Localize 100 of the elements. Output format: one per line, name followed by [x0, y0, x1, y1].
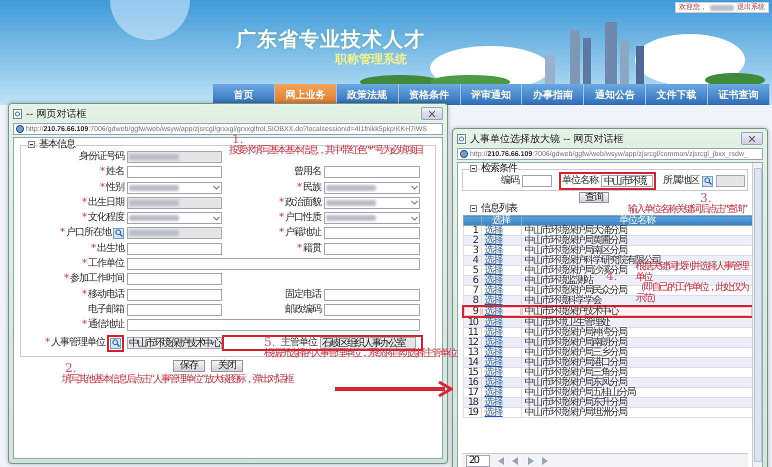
select-link[interactable]: 选择: [484, 367, 502, 378]
globe-icon: [16, 125, 24, 133]
lookup-button[interactable]: [702, 176, 714, 186]
field-label: 曾用名: [294, 166, 321, 178]
chevron-down-icon: [411, 216, 418, 221]
last-page-icon[interactable]: [541, 456, 550, 464]
chevron-down-icon: [411, 200, 418, 206]
row-number: 9: [463, 306, 481, 317]
search-icon: [112, 339, 120, 348]
section-title: 基本信息: [38, 139, 76, 150]
row-number: 5: [463, 266, 481, 276]
select-link[interactable]: 选择: [484, 285, 502, 296]
blurred-value: [326, 200, 376, 206]
lookup-button[interactable]: [110, 338, 121, 349]
search-icon: [114, 229, 122, 238]
select-field[interactable]: [324, 182, 420, 194]
input-field[interactable]: [324, 304, 420, 316]
input-field[interactable]: [324, 288, 420, 301]
input-field[interactable]: [127, 288, 222, 301]
field-label: * 籍贯: [297, 242, 321, 255]
unit-name-cell: 中山市环境保护局港口分局: [521, 358, 753, 368]
select-link[interactable]: 选择: [484, 317, 502, 328]
step-number: 5.: [264, 336, 276, 349]
row-number: 17: [463, 388, 481, 398]
select-link[interactable]: 选择: [484, 387, 502, 398]
select-link[interactable]: 选择: [484, 265, 502, 276]
input-field[interactable]: [324, 166, 420, 178]
input-field[interactable]: 中山市环境: [601, 175, 654, 187]
select-field[interactable]: [324, 212, 420, 224]
unit-name-cell: 中山市环境保护局东升分局: [521, 398, 753, 408]
select-link[interactable]: 选择: [484, 397, 502, 408]
row-number: 3: [463, 246, 481, 256]
nav-tab[interactable]: 办事指南: [522, 84, 584, 105]
blurred-value: [129, 215, 179, 222]
select-field[interactable]: [324, 196, 420, 209]
input-field[interactable]: [127, 258, 420, 270]
input-field[interactable]: 中山市环境保护技术中心: [127, 337, 222, 350]
field-label: 身份证号码: [79, 151, 124, 163]
field-label: * 户口所在地: [60, 227, 111, 240]
page-size-field[interactable]: 20: [466, 454, 490, 466]
select-link[interactable]: 选择: [484, 295, 502, 306]
window-title: -- 网页对话框: [26, 108, 86, 120]
input-field[interactable]: [127, 151, 222, 163]
input-field[interactable]: [127, 166, 222, 178]
query-button[interactable]: 查询: [579, 192, 609, 203]
previous-page-icon[interactable]: [511, 456, 520, 464]
select-link[interactable]: 选择: [484, 275, 502, 286]
select-link[interactable]: 选择: [484, 245, 502, 256]
input-field[interactable]: [127, 227, 222, 240]
input-field[interactable]: [324, 227, 420, 240]
select-link[interactable]: 选择: [484, 255, 502, 266]
scrollbar[interactable]: [752, 163, 762, 467]
nav-tab[interactable]: 文件下载: [646, 84, 708, 105]
nav-tab[interactable]: 通知公告: [584, 84, 646, 105]
select-field[interactable]: [127, 182, 222, 194]
field-label: * 出生地: [91, 242, 124, 255]
site-subtitle: 职称管理系统: [335, 52, 408, 67]
nav-tab[interactable]: 证书查询: [708, 84, 770, 105]
select-field[interactable]: [127, 212, 222, 224]
dialog-button[interactable]: 关闭: [211, 360, 243, 372]
lookup-button[interactable]: [113, 228, 124, 239]
row-number: 16: [463, 378, 481, 388]
input-field[interactable]: [716, 175, 745, 187]
select-link[interactable]: 选择: [484, 306, 502, 317]
nav-tab[interactable]: 评审通知: [460, 84, 522, 105]
nav-tab[interactable]: 资格条件: [398, 84, 461, 105]
field-label: 邮政编码: [285, 304, 321, 316]
field-label: 固定电话: [285, 288, 321, 301]
blurred-value: [129, 230, 179, 236]
close-button[interactable]: [421, 107, 443, 120]
input-field[interactable]: [127, 273, 222, 286]
input-field[interactable]: [127, 242, 222, 255]
input-field[interactable]: [127, 319, 420, 332]
field-label: 所属地区: [663, 175, 700, 187]
select-link[interactable]: 选择: [484, 377, 502, 388]
collapse-icon[interactable]: [470, 205, 477, 212]
next-page-icon[interactable]: [526, 456, 535, 464]
unit-name-cell: 中山市环境保护局大涌分局: [521, 226, 753, 236]
select-link[interactable]: 选择: [484, 347, 502, 358]
input-field[interactable]: [522, 175, 552, 187]
close-icon: [429, 110, 435, 116]
field-label: * 移动电话: [82, 288, 124, 301]
row-number: 13: [463, 348, 481, 358]
input-field[interactable]: [127, 304, 222, 316]
close-button[interactable]: [741, 132, 763, 145]
first-page-icon[interactable]: [496, 456, 505, 464]
input-field[interactable]: [324, 242, 420, 255]
select-link[interactable]: 选择: [484, 225, 502, 236]
annotation-text: （即自己的工作单位，此处仅为示范）: [635, 283, 749, 304]
field-label: * 户口性质: [279, 212, 321, 224]
nav-tab[interactable]: 首页: [213, 84, 275, 105]
select-link[interactable]: 选择: [484, 337, 502, 348]
input-field[interactable]: [127, 196, 222, 209]
select-link[interactable]: 选择: [484, 357, 502, 368]
unit-name-cell: 中山市环境保护技术中心: [521, 306, 753, 317]
input-field[interactable]: 石岐区组织人事办公室: [320, 337, 416, 350]
select-link[interactable]: 选择: [484, 407, 502, 418]
select-link[interactable]: 选择: [484, 235, 502, 246]
select-link[interactable]: 选择: [484, 327, 502, 338]
dialog-button[interactable]: 保存: [173, 360, 205, 372]
